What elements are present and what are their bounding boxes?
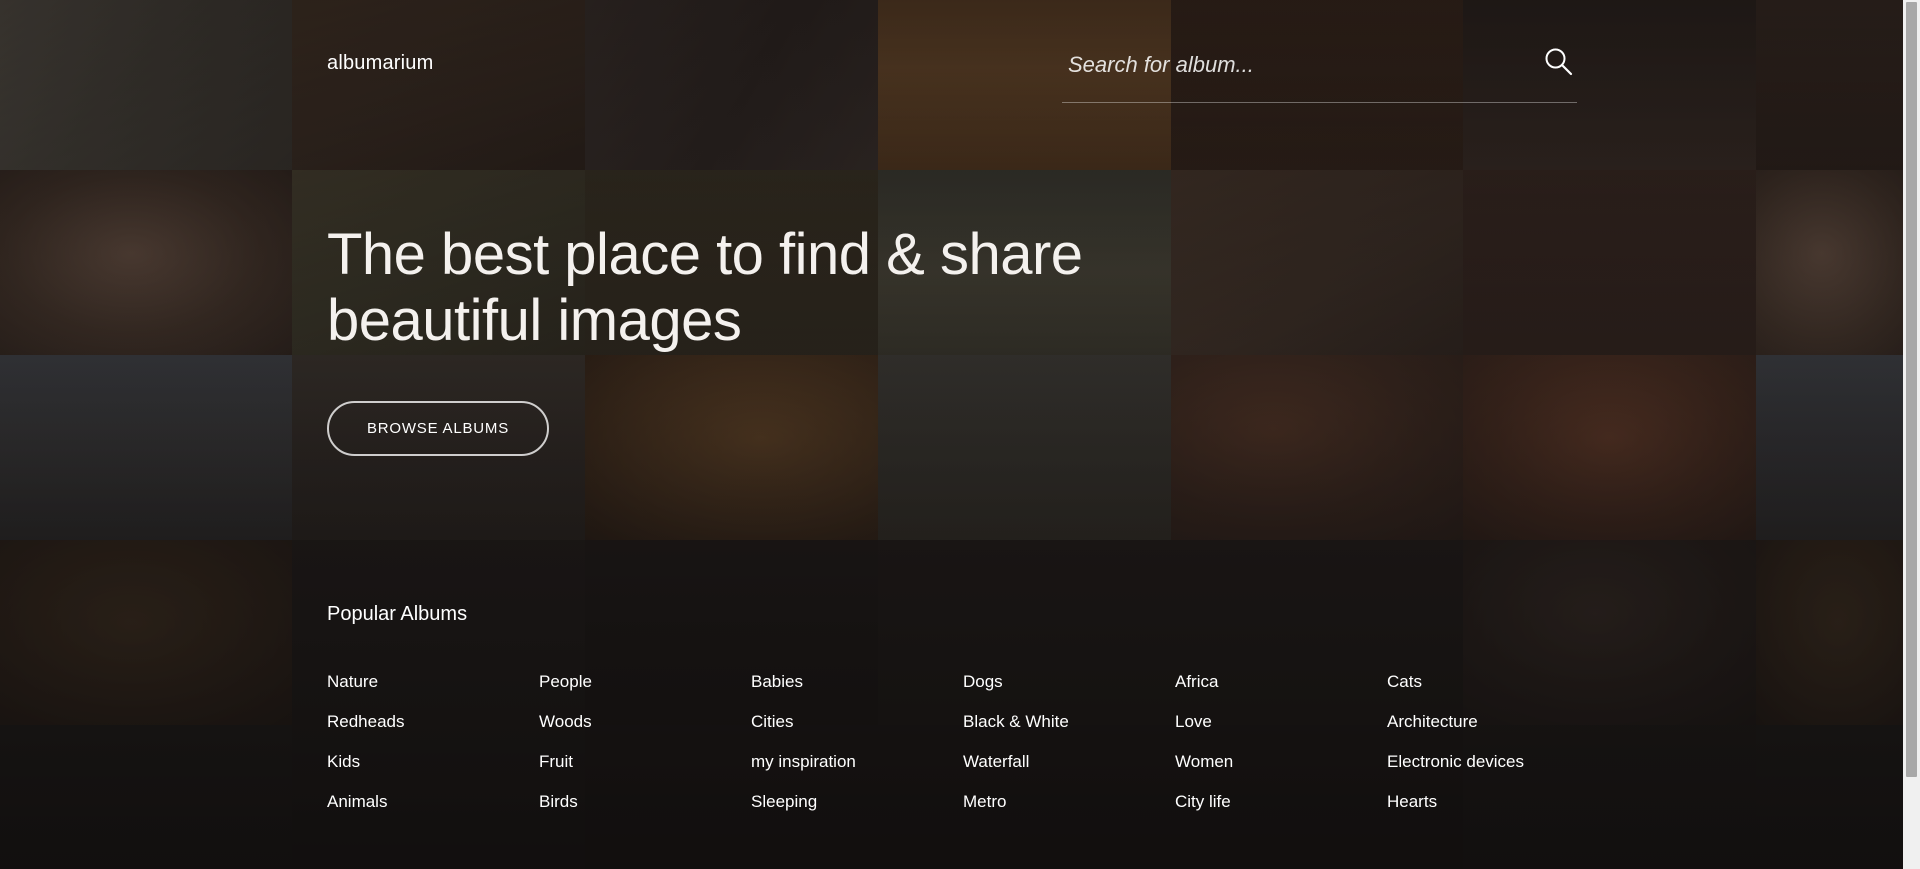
album-link-my-inspiration[interactable]: my inspiration	[751, 750, 963, 790]
album-link-babies[interactable]: Babies	[751, 670, 963, 710]
album-link-hearts[interactable]: Hearts	[1387, 790, 1599, 830]
album-link-animals[interactable]: Animals	[327, 790, 539, 830]
search-input[interactable]	[1066, 46, 1510, 84]
album-link-metro[interactable]: Metro	[963, 790, 1175, 830]
album-link-africa[interactable]: Africa	[1175, 670, 1387, 710]
album-link-architecture[interactable]: Architecture	[1387, 710, 1599, 750]
album-link-redheads[interactable]: Redheads	[327, 710, 539, 750]
album-link-nature[interactable]: Nature	[327, 670, 539, 710]
album-link-birds[interactable]: Birds	[539, 790, 751, 830]
search-icon[interactable]	[1543, 46, 1573, 76]
hero-title-line-1: The best place to find & share	[327, 222, 1083, 287]
album-link-love[interactable]: Love	[1175, 710, 1387, 750]
album-link-black-and-white[interactable]: Black & White	[963, 710, 1175, 750]
album-link-city-life[interactable]: City life	[1175, 790, 1387, 830]
search-bar	[1062, 36, 1577, 103]
site-logo[interactable]: albumarium	[327, 52, 433, 75]
scrollbar-thumb[interactable]	[1906, 2, 1917, 777]
album-link-woods[interactable]: Woods	[539, 710, 751, 750]
album-link-women[interactable]: Women	[1175, 750, 1387, 790]
album-link-people[interactable]: People	[539, 670, 751, 710]
page: albumarium The best place to find & shar…	[0, 0, 1920, 869]
album-link-cats[interactable]: Cats	[1387, 670, 1599, 710]
album-link-dogs[interactable]: Dogs	[963, 670, 1175, 710]
page-scrollbar[interactable]	[1903, 0, 1920, 869]
browse-albums-button[interactable]: BROWSE ALBUMS	[327, 401, 549, 456]
album-link-electronic-devices[interactable]: Electronic devices	[1387, 750, 1599, 790]
popular-albums-grid: Nature People Babies Dogs Africa Cats Re…	[327, 670, 1587, 830]
album-link-waterfall[interactable]: Waterfall	[963, 750, 1175, 790]
album-link-sleeping[interactable]: Sleeping	[751, 790, 963, 830]
album-link-cities[interactable]: Cities	[751, 710, 963, 750]
album-link-fruit[interactable]: Fruit	[539, 750, 751, 790]
album-link-kids[interactable]: Kids	[327, 750, 539, 790]
popular-albums-title: Popular Albums	[327, 603, 468, 625]
hero-title-line-2: beautiful images	[327, 288, 742, 353]
hero-title: The best place to find & share beautiful…	[327, 222, 1087, 354]
